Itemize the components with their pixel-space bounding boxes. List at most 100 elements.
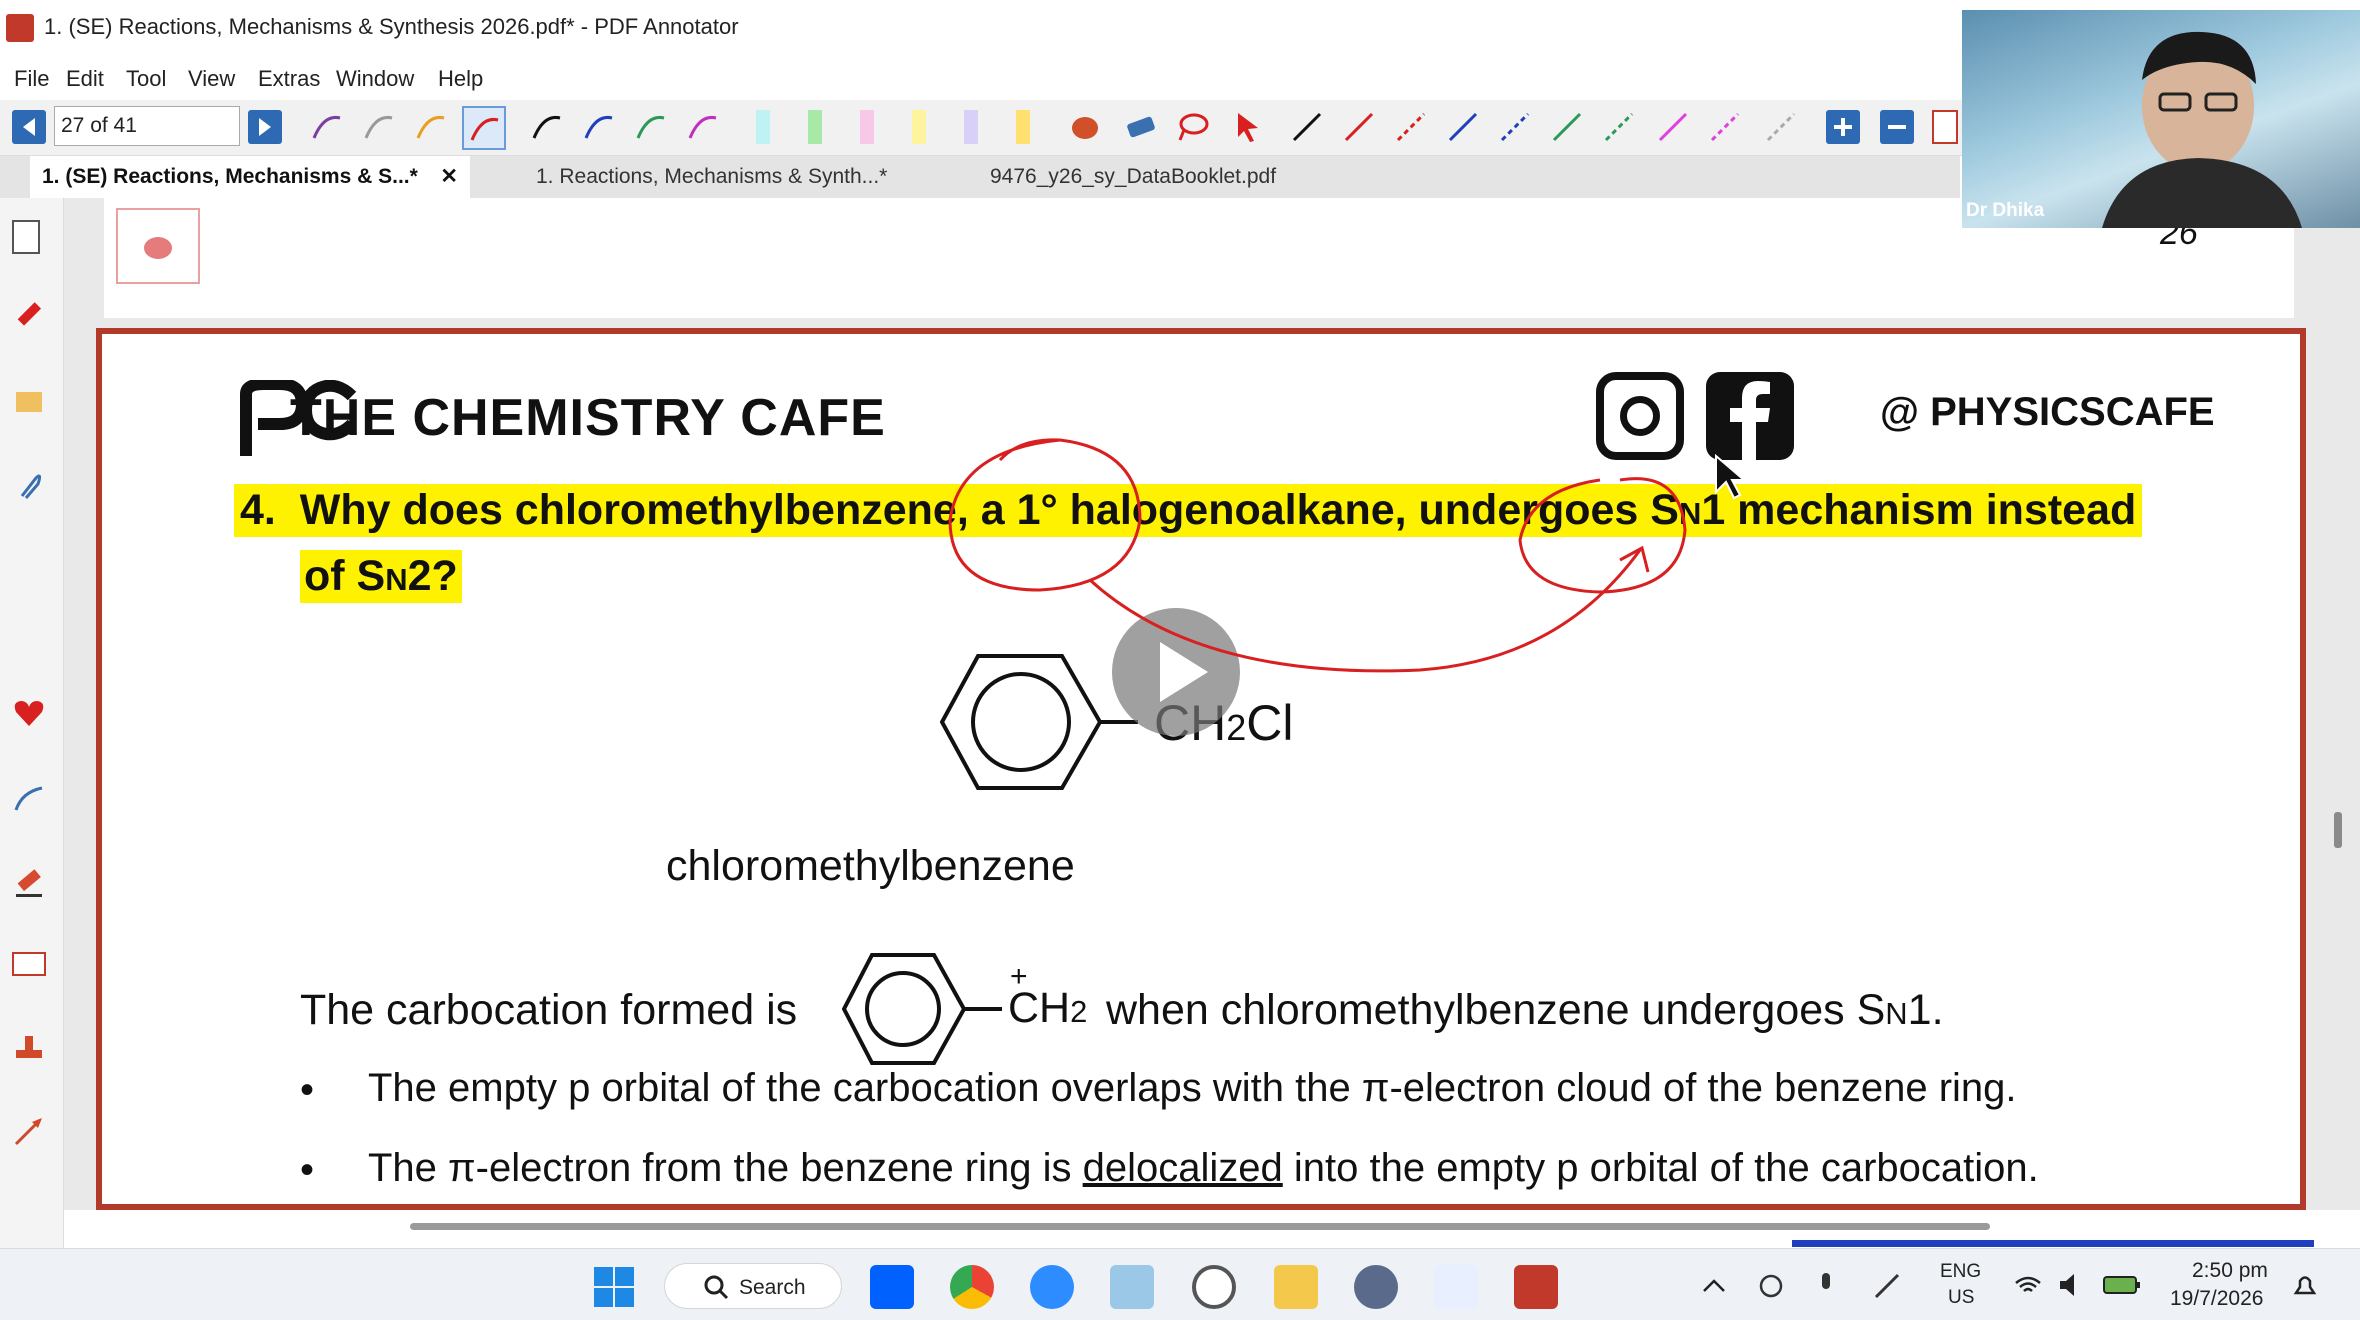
heart-icon[interactable] [12,696,46,730]
line-gray-dashed-icon[interactable] [1764,110,1798,144]
pen-black-icon[interactable] [530,110,564,144]
line-black-icon[interactable] [1290,110,1324,144]
app-shield-icon[interactable] [1110,1265,1154,1309]
app-w-icon[interactable] [1434,1265,1478,1309]
clock-date[interactable]: 19/7/2026 [2170,1287,2263,1311]
webcam-overlay: Dr Dhika [1962,10,2360,228]
pen-purple-icon[interactable] [310,110,344,144]
menu-window[interactable]: Window [336,66,414,92]
vertical-scrollbar-thumb[interactable] [2334,812,2342,848]
lasso-icon[interactable] [1176,110,1210,144]
bullet-text-2: The π-electron from the benzene ring is … [368,1146,2039,1191]
pen-green-icon[interactable] [634,110,668,144]
line-magenta-icon[interactable] [1656,110,1690,144]
notification-bell-icon[interactable] [2290,1271,2320,1301]
highlighter-green-icon[interactable] [808,110,822,144]
file-explorer-icon[interactable] [1274,1265,1318,1309]
bullet-2-start: The π-electron from the benzene ring is [368,1146,1072,1190]
windows-logo-icon [594,1267,634,1307]
curved-pen-icon[interactable] [12,782,46,816]
start-button[interactable] [592,1265,636,1309]
language-bottom[interactable]: US [1948,1287,1974,1309]
marker-icon[interactable] [12,298,46,332]
page-icon[interactable] [12,220,40,254]
menu-file[interactable]: File [14,66,49,92]
line-green-dashed-icon[interactable] [1602,110,1636,144]
language-top[interactable]: ENG [1940,1261,1981,1283]
pen-blue-icon[interactable] [582,110,616,144]
ch-text: CH [1008,984,1071,1032]
note-icon[interactable] [12,384,46,418]
paperclip-icon[interactable] [12,470,46,504]
line-magenta-dashed-icon[interactable] [1708,110,1742,144]
menu-view[interactable]: View [188,66,235,92]
volume-icon[interactable] [2058,1271,2088,1299]
pen-gray-icon[interactable] [362,110,396,144]
window-title: 1. (SE) Reactions, Mechanisms & Synthesi… [44,14,739,39]
pen-orange-icon[interactable] [414,110,448,144]
wifi-icon[interactable] [2014,1273,2042,1297]
menu-help[interactable]: Help [438,66,483,92]
eraser-icon[interactable] [1124,110,1158,144]
pdf-annotator-app-icon [6,14,34,42]
plus-icon [1834,118,1852,136]
line-blue-dashed-icon[interactable] [1498,110,1532,144]
zoom-in-button[interactable] [1826,110,1860,144]
menu-edit[interactable]: Edit [66,66,104,92]
tab-reactions[interactable]: 1. Reactions, Mechanisms & Synth...* [524,156,924,198]
hand-tool-icon[interactable] [1068,110,1102,144]
chrome-icon[interactable] [950,1265,994,1309]
app-quill-icon[interactable] [1354,1265,1398,1309]
menu-tool[interactable]: Tool [126,66,166,92]
horizontal-scrollbar[interactable] [410,1223,1990,1230]
pdf-annotator-taskbar-icon[interactable] [1514,1265,1558,1309]
highlighter-gold-icon[interactable] [1016,110,1030,144]
chevron-up-icon[interactable] [1702,1275,1726,1295]
pointer-icon[interactable] [1232,110,1266,144]
arrow-tool-icon[interactable] [12,1114,46,1148]
highlighter-pink-icon[interactable] [860,110,874,144]
line-green-icon[interactable] [1550,110,1584,144]
text-box-tool-icon[interactable] [1932,110,1958,144]
subscript-2: 2 [1070,994,1088,1029]
tab-label: 9476_y26_sy_DataBooklet.pdf [990,165,1277,188]
dropbox-icon[interactable] [870,1265,914,1309]
clock-app-icon[interactable] [1192,1265,1236,1309]
pen-magenta-icon[interactable] [686,110,720,144]
menu-extras[interactable]: Extras [258,66,320,92]
carbocation-group: CH2 [1008,984,1087,1033]
highlighter-cyan-icon[interactable] [756,110,770,144]
zoom-out-button[interactable] [1880,110,1914,144]
hand-icon [144,237,172,259]
tab-data-booklet[interactable]: 9476_y26_sy_DataBooklet.pdf [978,156,1358,198]
bullet-2-end: into the empty p orbital of the carbocat… [1293,1146,2039,1190]
sync-icon[interactable] [1756,1271,1786,1301]
progress-strip [1792,1240,2314,1247]
carbocation-suffix: when chloromethylbenzene undergoes SN1. [1106,986,1944,1035]
page-number-field[interactable]: 27 of 41 [54,106,240,146]
microphone-icon[interactable] [1812,1271,1846,1301]
question-text-2: of S [304,552,386,600]
hand-cursor-thumbnail [116,208,200,284]
question-number: 4. [240,486,276,534]
pen-red-selected-button[interactable] [462,106,506,150]
line-red-icon[interactable] [1342,110,1376,144]
stamp-icon[interactable] [12,1032,46,1066]
tab-reactions-se[interactable]: 1. (SE) Reactions, Mechanisms & S...* ✕ [30,156,470,198]
zoom-icon[interactable] [1030,1265,1074,1309]
line-blue-icon[interactable] [1446,110,1480,144]
battery-icon[interactable] [2102,1273,2142,1297]
highlighter-yellow-icon[interactable] [912,110,926,144]
clock-time[interactable]: 2:50 pm [2192,1259,2268,1283]
left-tool-sidebar [0,198,64,1248]
line-red-dashed-icon[interactable] [1394,110,1428,144]
pen-tray-icon[interactable] [1872,1271,1904,1301]
next-page-button[interactable] [248,110,282,144]
close-tab-icon[interactable]: ✕ [440,164,458,189]
previous-page-button[interactable] [12,110,46,144]
subscript-n: N [385,562,408,597]
highlighter-icon[interactable] [12,866,46,900]
taskbar-search[interactable]: Search [664,1263,842,1309]
highlighter-lavender-icon[interactable] [964,110,978,144]
text-field-icon[interactable] [12,952,46,976]
